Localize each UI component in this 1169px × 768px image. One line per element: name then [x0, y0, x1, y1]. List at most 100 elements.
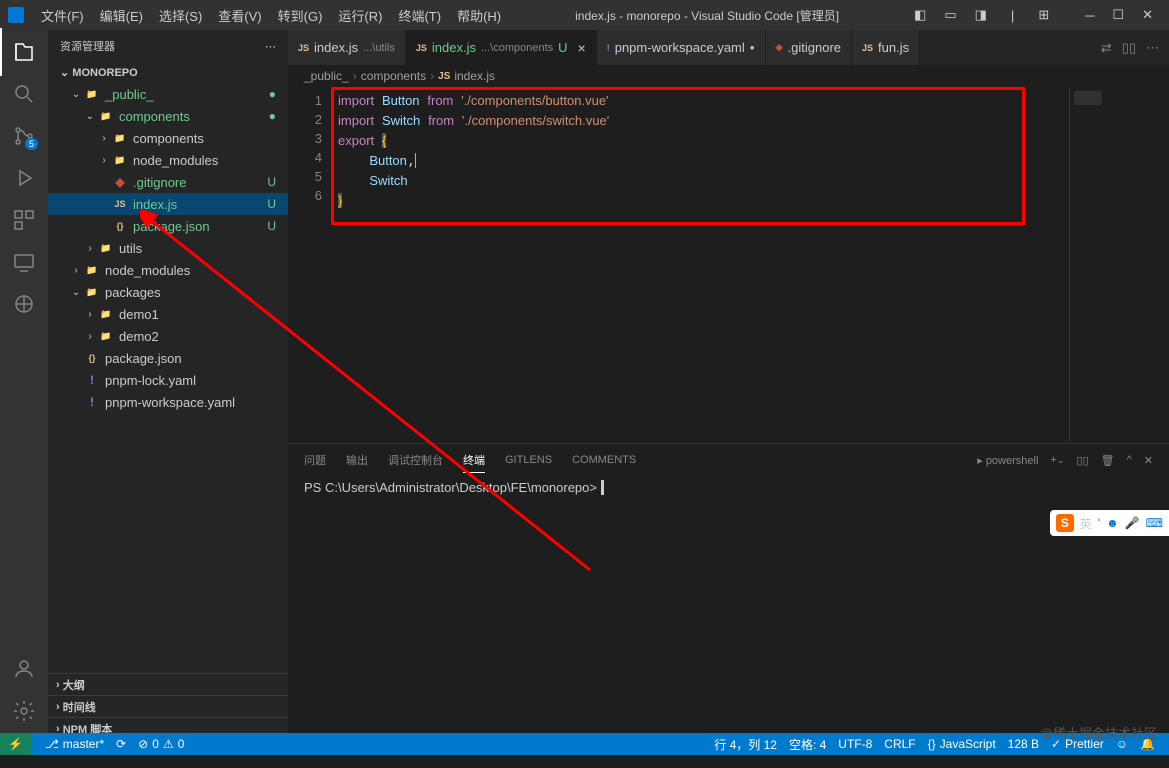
editor-tab[interactable]: ◆.gitignore — [766, 30, 852, 65]
panel-left-icon[interactable]: ◧ — [906, 4, 934, 26]
code-editor[interactable]: 123456 import Button from './components/… — [288, 87, 1169, 443]
status-bar: ⚡ ⎇ master* ⟳ ⊘ 0 ⚠ 0 行 4，列 12 空格: 4 UTF… — [0, 733, 1169, 755]
tree-item[interactable]: ›📁node_modules — [48, 259, 288, 281]
maximize-panel-icon[interactable]: ^ — [1127, 450, 1132, 470]
filesize[interactable]: 128 B — [1002, 736, 1045, 753]
tab-gitlens[interactable]: GITLENS — [505, 450, 552, 470]
editor-tab[interactable]: JSindex.js...\componentsU× — [406, 30, 597, 65]
panel-right-icon[interactable]: ◨ — [967, 4, 995, 26]
bottom-panel: 问题 输出 调试控制台 终端 GITLENS COMMENTS ▸ powers… — [288, 443, 1169, 733]
tab-problems[interactable]: 问题 — [304, 448, 326, 472]
panel-bottom-icon[interactable]: ▭ — [936, 4, 964, 26]
watermark: @稀土掘金技术社区 — [1040, 723, 1157, 742]
menu-help[interactable]: 帮助(H) — [450, 3, 508, 28]
eol[interactable]: CRLF — [878, 736, 921, 753]
menu-go[interactable]: 转到(G) — [271, 3, 330, 28]
vscode-logo-icon — [8, 7, 24, 23]
compare-icon[interactable]: ⇄ — [1101, 40, 1112, 56]
tree-item[interactable]: !pnpm-workspace.yaml — [48, 391, 288, 413]
search-icon[interactable] — [12, 82, 36, 106]
tree-item[interactable]: ◆.gitignoreU — [48, 171, 288, 193]
editor-tab[interactable]: !pnpm-workspace.yaml● — [597, 30, 766, 65]
tree-item[interactable]: ⌄📁components● — [48, 105, 288, 127]
tab-terminal[interactable]: 终端 — [463, 448, 485, 473]
close-button[interactable]: ✕ — [1134, 4, 1161, 26]
language-mode[interactable]: {} JavaScript — [922, 736, 1002, 753]
tree-item[interactable]: ⌄📁packages — [48, 281, 288, 303]
remote-indicator[interactable]: ⚡ — [0, 733, 31, 755]
tree-item[interactable]: ›📁components — [48, 127, 288, 149]
extensions-icon[interactable] — [12, 208, 36, 232]
tree-item[interactable]: {}package.jsonU — [48, 215, 288, 237]
title-bar: 文件(F) 编辑(E) 选择(S) 查看(V) 转到(G) 运行(R) 终端(T… — [0, 0, 1169, 30]
split-terminal-icon[interactable]: ▯▯ — [1077, 450, 1089, 471]
tree-item[interactable]: ⌄📁_public_● — [48, 83, 288, 105]
tree-item[interactable]: {}package.json — [48, 347, 288, 369]
settings-gear-icon[interactable] — [12, 699, 36, 723]
code-content[interactable]: import Button from './components/button.… — [338, 87, 1069, 443]
ime-mic-icon[interactable]: 🎤 — [1125, 516, 1140, 530]
tree-item[interactable]: ›📁demo2 — [48, 325, 288, 347]
close-tab-icon[interactable]: × — [578, 40, 586, 56]
timeline-section[interactable]: › 时间线 — [48, 695, 288, 717]
git-sync[interactable]: ⟳ — [110, 737, 132, 751]
tree-item[interactable]: !pnpm-lock.yaml — [48, 369, 288, 391]
menu-select[interactable]: 选择(S) — [152, 3, 209, 28]
line-gutter: 123456 — [288, 87, 338, 443]
docker-icon[interactable] — [12, 292, 36, 316]
npm-section[interactable]: › NPM 脚本 — [48, 717, 288, 733]
encoding[interactable]: UTF-8 — [832, 736, 878, 753]
git-branch[interactable]: ⎇ master* — [39, 737, 110, 751]
ime-emoji-icon[interactable]: ☻ — [1106, 516, 1119, 530]
tab-output[interactable]: 输出 — [346, 448, 368, 472]
tab-comments[interactable]: COMMENTS — [572, 450, 636, 470]
ime-keyboard-icon[interactable]: ⌨ — [1146, 516, 1163, 530]
sidebar-title: 资源管理器 — [60, 38, 115, 54]
close-panel-icon[interactable]: ✕ — [1144, 450, 1153, 471]
minimize-button[interactable]: ─ — [1077, 5, 1102, 26]
outline-section[interactable]: › 大纲 — [48, 673, 288, 695]
more-actions-icon[interactable]: ⋯ — [1146, 40, 1159, 56]
debug-icon[interactable] — [12, 166, 36, 190]
split-editor-icon[interactable]: ▯▯ — [1122, 40, 1136, 56]
sidebar-explorer: 资源管理器 ⋯ ⌄ MONOREPO ⌄📁_public_●⌄📁componen… — [48, 30, 288, 733]
customize-layout-icon[interactable]: ⊞ — [1030, 4, 1057, 26]
remote-icon[interactable] — [12, 250, 36, 274]
tab-debug-console[interactable]: 调试控制台 — [388, 448, 443, 472]
scm-badge: 5 — [25, 138, 38, 150]
panel-tabs: 问题 输出 调试控制台 终端 GITLENS COMMENTS ▸ powers… — [288, 444, 1169, 476]
kill-terminal-icon[interactable]: 🗑 — [1101, 450, 1115, 471]
layout-controls: ◧ ▭ ◨ | ⊞ ─ ☐ ✕ — [906, 4, 1161, 26]
minimap[interactable] — [1069, 87, 1169, 443]
tree-item[interactable]: ›📁node_modules — [48, 149, 288, 171]
account-icon[interactable] — [12, 657, 36, 681]
new-terminal-icon[interactable]: +⌄ — [1050, 450, 1064, 470]
breadcrumb[interactable]: _public_› components› JS index.js — [288, 65, 1169, 87]
menu-terminal[interactable]: 终端(T) — [391, 3, 448, 28]
errors-warnings[interactable]: ⊘ 0 ⚠ 0 — [132, 737, 190, 751]
menu-view[interactable]: 查看(V) — [211, 3, 268, 28]
explorer-icon[interactable] — [12, 40, 36, 64]
editor-tab[interactable]: JSindex.js...\utils — [288, 30, 406, 65]
editor-tab[interactable]: JSfun.js — [852, 30, 920, 65]
project-name[interactable]: ⌄ MONOREPO — [48, 62, 288, 83]
terminal-shell[interactable]: ▸ powershell — [977, 450, 1038, 471]
source-control-icon[interactable]: 5 — [12, 124, 36, 148]
tree-item[interactable]: ›📁demo1 — [48, 303, 288, 325]
ime-sep: ' — [1098, 516, 1100, 530]
cursor-position[interactable]: 行 4，列 12 — [708, 736, 783, 753]
indentation[interactable]: 空格: 4 — [783, 736, 832, 753]
terminal-content[interactable]: PS C:\Users\Administrator\Desktop\FE\mon… — [288, 476, 1169, 733]
menu-bar: 文件(F) 编辑(E) 选择(S) 查看(V) 转到(G) 运行(R) 终端(T… — [34, 3, 508, 28]
maximize-button[interactable]: ☐ — [1104, 4, 1132, 26]
tree-item[interactable]: ›📁utils — [48, 237, 288, 259]
menu-edit[interactable]: 编辑(E) — [93, 3, 150, 28]
js-icon: JS — [438, 71, 450, 82]
menu-file[interactable]: 文件(F) — [34, 3, 91, 28]
sidebar-more-icon[interactable]: ⋯ — [265, 40, 276, 53]
tree-item[interactable]: JSindex.jsU — [48, 193, 288, 215]
ime-indicator[interactable]: S 英 ' ☻ 🎤 ⌨ — [1050, 510, 1169, 536]
activity-bar: 5 — [0, 30, 48, 733]
menu-run[interactable]: 运行(R) — [331, 3, 389, 28]
window-title: index.js - monorepo - Visual Studio Code… — [508, 7, 906, 24]
